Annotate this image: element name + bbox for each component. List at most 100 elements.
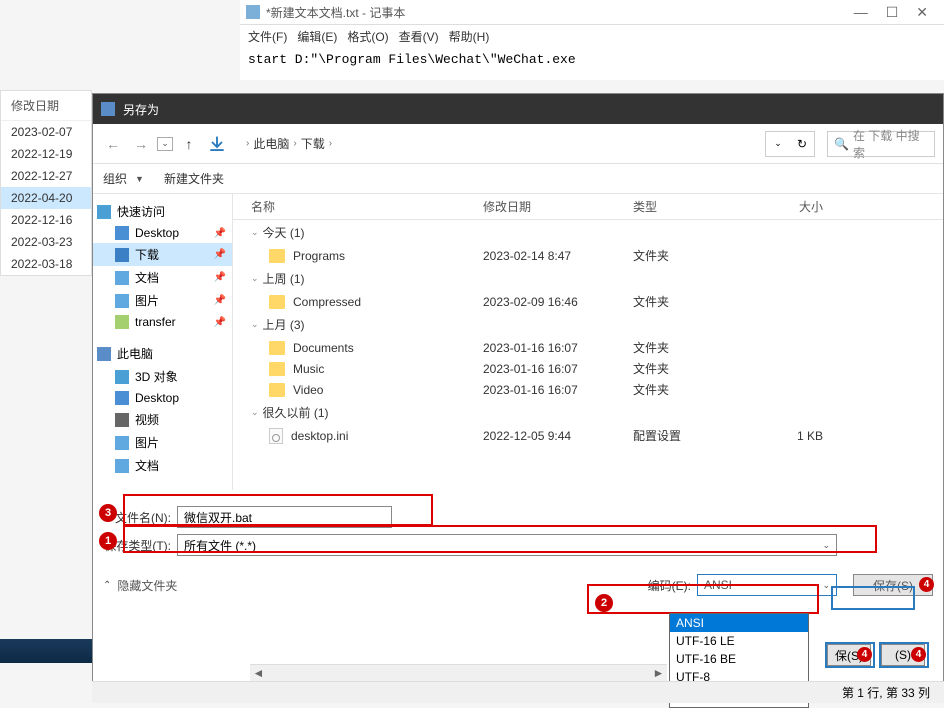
maximize-button[interactable]: ☐ (886, 4, 899, 21)
nav-forward-button[interactable]: → (129, 132, 153, 156)
date-item[interactable]: 2022-12-27 (1, 165, 91, 187)
sidebar-item[interactable]: 下载📌 (93, 243, 232, 266)
collapse-icon: ⌄ (251, 227, 259, 238)
annotation-badge-4: 4 (919, 577, 934, 592)
annotation-badge-1: 1 (99, 532, 117, 550)
nav-back-button[interactable]: ← (101, 132, 125, 156)
scroll-right-button[interactable]: ► (650, 665, 667, 681)
file-group-header[interactable]: ⌄上周 (1) (233, 266, 943, 291)
pin-icon: 📌 (214, 317, 226, 328)
dialog-icon (101, 102, 115, 116)
notepad-window: *新建文本文档.txt - 记事本 — ☐ ✕ 文件(F) 编辑(E) 格式(O… (240, 0, 944, 80)
nav-history-button[interactable]: ⌄ (157, 137, 173, 151)
menu-help[interactable]: 帮助(H) (449, 28, 490, 45)
collapse-icon: ⌄ (251, 319, 259, 330)
hide-folders-link[interactable]: 隐藏文件夹 (117, 577, 177, 594)
notepad-menubar: 文件(F) 编辑(E) 格式(O) 查看(V) 帮助(H) (240, 25, 944, 48)
encoding-option[interactable]: UTF-16 BE (670, 650, 808, 668)
sidebar-quick-access[interactable]: 快速访问 (93, 200, 232, 223)
encoding-option[interactable]: ANSI (670, 614, 808, 632)
search-icon: 🔍 (834, 137, 849, 151)
encoding-label: 编码(E): (648, 577, 691, 594)
folder-icon (269, 383, 285, 397)
date-item[interactable]: 2022-12-16 (1, 209, 91, 231)
pin-icon: 📌 (214, 249, 226, 260)
file-row[interactable]: Documents2023-01-16 16:07文件夹 (233, 337, 943, 358)
horizontal-scrollbar[interactable]: ◄ ► (250, 664, 667, 681)
dup-button-1[interactable]: 保(S) 4 (827, 644, 871, 666)
sidebar-item[interactable]: Desktop📌 (93, 223, 232, 243)
chevron-down-icon: ⌃ (103, 580, 111, 591)
file-list-area[interactable]: 名称 修改日期 类型 大小 ⌄今天 (1)Programs2023-02-14 … (233, 194, 943, 490)
sidebar-item[interactable]: 文档📌 (93, 266, 232, 289)
encoding-option[interactable]: UTF-16 LE (670, 632, 808, 650)
close-button[interactable]: ✕ (916, 4, 928, 21)
file-group-header[interactable]: ⌄上月 (3) (233, 312, 943, 337)
file-row[interactable]: Music2023-01-16 16:07文件夹 (233, 358, 943, 379)
new-folder-button[interactable]: 新建文件夹 (164, 170, 224, 187)
col-name-header[interactable]: 名称 (233, 198, 483, 215)
notepad-content[interactable]: start D:"\Program Files\Wechat\"WeChat.e… (240, 48, 944, 71)
downloads-arrow-icon (205, 132, 229, 156)
col-type-header[interactable]: 类型 (633, 198, 753, 215)
scroll-left-button[interactable]: ◄ (250, 665, 267, 681)
menu-edit[interactable]: 编辑(E) (297, 28, 337, 45)
col-date-header[interactable]: 修改日期 (483, 198, 633, 215)
folder-icon (115, 226, 129, 240)
chevron-right-icon: › (329, 138, 332, 149)
annotation-badge-4: 4 (857, 647, 872, 662)
chevron-down-icon: ▼ (135, 174, 144, 184)
file-row[interactable]: desktop.ini2022-12-05 9:44配置设置1 KB (233, 425, 943, 446)
notepad-app-icon (246, 5, 260, 19)
file-icon (269, 428, 283, 444)
sidebar-item[interactable]: 图片📌 (93, 289, 232, 312)
folder-icon (115, 391, 129, 405)
date-item[interactable]: 2022-03-18 (1, 253, 91, 275)
filetype-select[interactable]: 所有文件 (*.*) ⌄ (177, 534, 837, 556)
organize-button[interactable]: 组织 (103, 170, 127, 187)
minimize-button[interactable]: — (854, 4, 868, 21)
chevron-right-icon: › (246, 138, 249, 149)
breadcrumb-item[interactable]: 此电脑 (253, 135, 289, 152)
date-item[interactable]: 2022-12-19 (1, 143, 91, 165)
sidebar-item[interactable]: Desktop (93, 388, 232, 408)
breadcrumb-item[interactable]: 下载 (301, 135, 325, 152)
folder-icon (115, 294, 129, 308)
save-button[interactable]: 保存(S) 4 (853, 574, 933, 596)
cursor-position: 第 1 行, 第 33 列 (842, 684, 930, 701)
breadcrumb[interactable]: › 此电脑 › 下载 › (239, 130, 761, 158)
nav-sidebar[interactable]: 快速访问 Desktop📌下载📌文档📌图片📌transfer📌 此电脑 3D 对… (93, 194, 233, 490)
menu-view[interactable]: 查看(V) (399, 28, 439, 45)
file-row[interactable]: Programs2023-02-14 8:47文件夹 (233, 245, 943, 266)
date-item[interactable]: 2022-03-23 (1, 231, 91, 253)
filename-input[interactable] (177, 506, 392, 528)
dup-button-2[interactable]: (S) 4 (881, 644, 925, 666)
sidebar-item[interactable]: 视频 (93, 408, 232, 431)
col-size-header[interactable]: 大小 (753, 198, 833, 215)
file-group-header[interactable]: ⌄今天 (1) (233, 220, 943, 245)
breadcrumb-drop-button[interactable]: ⌄ (766, 132, 790, 156)
date-item[interactable]: 2023-02-07 (1, 121, 91, 143)
sidebar-item[interactable]: 图片 (93, 431, 232, 454)
file-row[interactable]: Video2023-01-16 16:07文件夹 (233, 379, 943, 400)
search-input[interactable]: 🔍 在 下载 中搜索 (827, 131, 935, 157)
annotation-badge-3: 3 (99, 504, 117, 522)
sidebar-item[interactable]: transfer📌 (93, 312, 232, 332)
save-form: 文件名(N): 保存类型(T): 所有文件 (*.*) ⌄ 3 1 (93, 490, 943, 556)
nav-up-button[interactable]: ↑ (177, 132, 201, 156)
refresh-button[interactable]: ↻ (790, 132, 814, 156)
notepad-statusbar: 第 1 行, 第 33 列 (92, 681, 944, 703)
file-group-header[interactable]: ⌄很久以前 (1) (233, 400, 943, 425)
file-row[interactable]: Compressed2023-02-09 16:46文件夹 (233, 291, 943, 312)
star-icon (97, 205, 111, 219)
folder-icon (115, 370, 129, 384)
date-item[interactable]: 2022-04-20 (1, 187, 91, 209)
collapse-icon: ⌄ (251, 273, 259, 284)
sidebar-item[interactable]: 文档 (93, 454, 232, 477)
encoding-select[interactable]: ANSI ⌄ (697, 574, 837, 596)
sidebar-item[interactable]: 3D 对象 (93, 365, 232, 388)
left-date-panel: 修改日期 2023-02-07 2022-12-19 2022-12-27 20… (0, 90, 92, 276)
menu-format[interactable]: 格式(O) (347, 28, 388, 45)
menu-file[interactable]: 文件(F) (248, 28, 287, 45)
sidebar-this-pc[interactable]: 此电脑 (93, 342, 232, 365)
